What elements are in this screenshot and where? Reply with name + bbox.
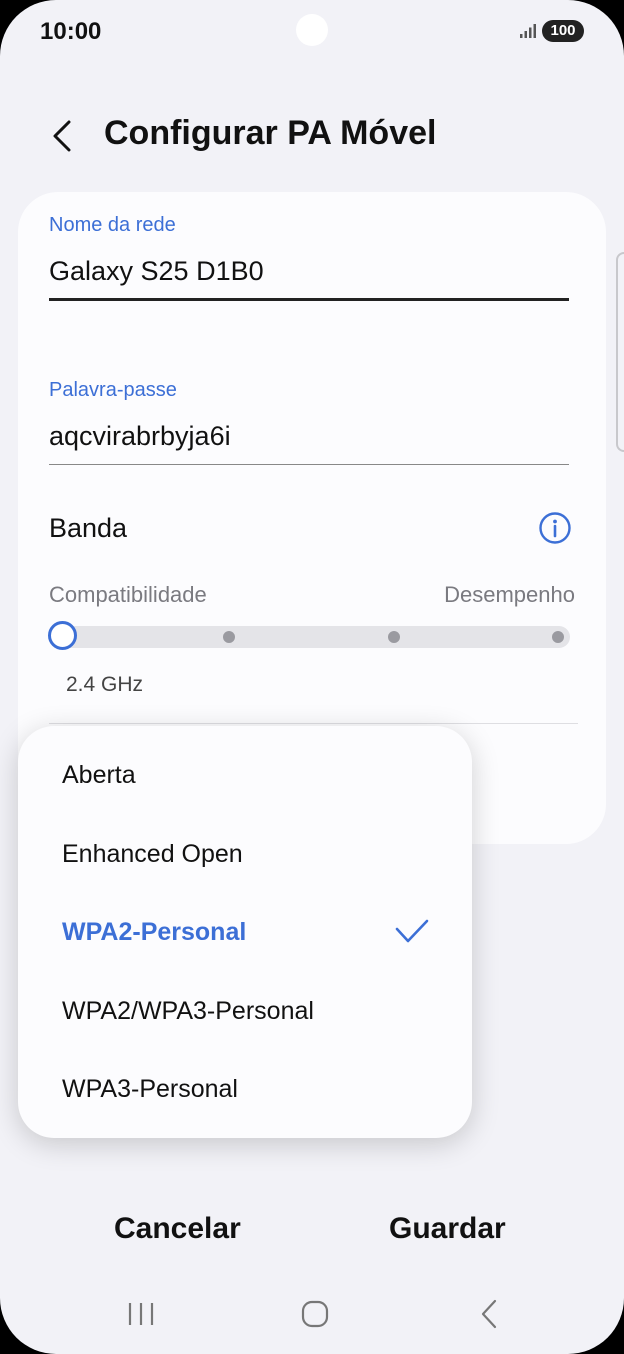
status-time: 10:00 [40,18,102,45]
home-icon[interactable] [301,1300,329,1328]
status-bar: 10:00 100 [0,0,624,64]
front-camera [296,14,328,46]
band-slider-step [223,631,235,643]
band-left-label: Compatibilidade [49,582,207,607]
menu-item-label: WPA3-Personal [62,1075,238,1103]
band-selected-value: 2.4 GHz [66,673,144,696]
band-slider-thumb[interactable] [48,621,77,650]
menu-item-label: WPA2/WPA3-Personal [62,997,314,1025]
band-slider[interactable] [49,626,570,648]
menu-item-wpa3-personal[interactable]: WPA3-Personal [18,1051,472,1129]
nav-back-icon[interactable] [478,1298,500,1330]
divider [49,723,578,724]
checkmark-icon [395,919,429,943]
battery-indicator: 100 [542,20,584,42]
password-label: Palavra-passe [49,379,177,401]
save-button[interactable]: Guardar [389,1212,506,1246]
password-field[interactable]: aqcvirabrbyja6i [49,421,231,452]
info-icon[interactable] [538,511,572,545]
menu-item-label: Enhanced Open [62,840,243,868]
security-dropdown-menu: Aberta Enhanced Open WPA2-Personal WPA2/… [18,726,472,1138]
recent-apps-icon[interactable] [126,1300,156,1328]
password-underline [49,464,569,465]
menu-item-aberta[interactable]: Aberta [18,737,472,815]
menu-item-label: WPA2-Personal [62,918,247,946]
network-name-underline [49,298,569,301]
network-name-label: Nome da rede [49,214,176,236]
menu-item-wpa2-personal[interactable]: WPA2-Personal [18,894,472,972]
band-label: Banda [49,513,128,543]
band-slider-step [388,631,400,643]
phone-screen: 10:00 100 Configurar PA Móvel Nome da re… [0,0,624,1354]
menu-item-label: Aberta [62,761,136,789]
signal-icon [520,24,536,38]
back-arrow-icon[interactable] [44,116,84,156]
scrollbar[interactable] [616,252,624,452]
page-title: Configurar PA Móvel [104,114,437,152]
cancel-button[interactable]: Cancelar [114,1212,241,1246]
band-slider-step [552,631,564,643]
network-name-field[interactable]: Galaxy S25 D1B0 [49,256,264,287]
band-right-label: Desempenho [444,582,575,607]
navigation-bar [0,1286,624,1342]
menu-item-enhanced-open[interactable]: Enhanced Open [18,816,472,894]
menu-item-wpa2-wpa3-personal[interactable]: WPA2/WPA3-Personal [18,973,472,1051]
